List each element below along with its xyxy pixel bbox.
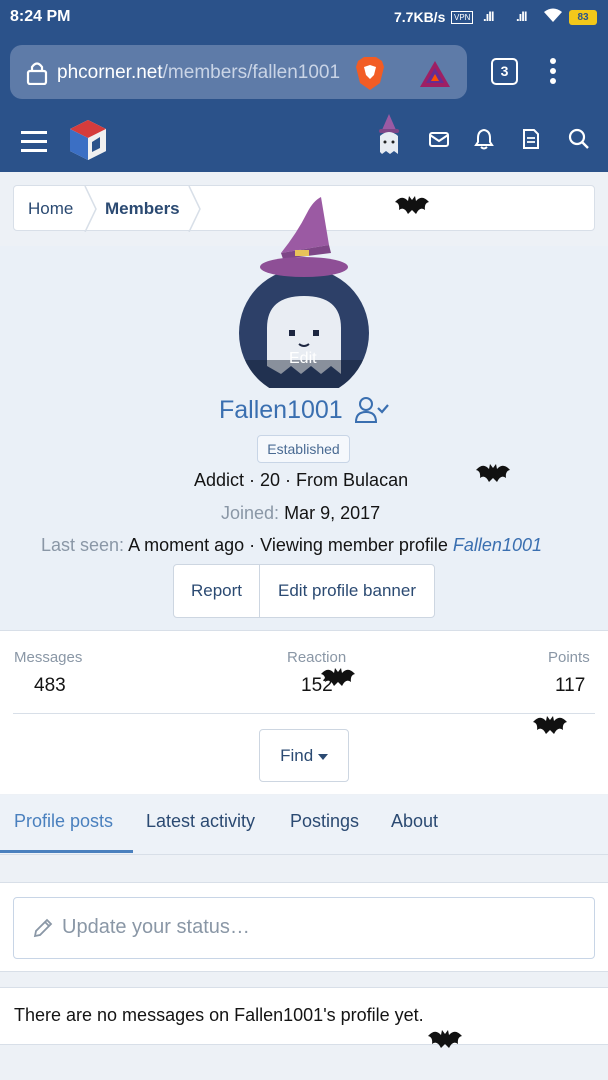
mail-icon[interactable] (428, 128, 450, 155)
android-status-bar: 8:24 PM 7.7KB/s VPN .ıll .ıll 83 (0, 0, 608, 36)
bat-decoration-icon (533, 716, 567, 734)
wifi-icon (543, 8, 563, 28)
user-follow-icon[interactable] (354, 396, 390, 429)
network-speed: 7.7KB/s (394, 9, 446, 25)
breadcrumb-members[interactable]: Members (105, 199, 180, 219)
edit-profile-banner-button[interactable]: Edit profile banner (259, 564, 435, 618)
brave-shield-icon[interactable] (354, 55, 386, 96)
site-header (0, 108, 608, 172)
signal-icon-2: .ıll (516, 9, 527, 24)
lock-icon (26, 61, 48, 90)
find-dropdown-button[interactable]: Find (259, 729, 349, 782)
find-label: Find (280, 746, 314, 765)
points-value[interactable]: 117 (555, 675, 585, 697)
tab-latest-activity[interactable]: Latest activity (146, 811, 255, 832)
pencil-icon (32, 917, 54, 944)
bat-decoration-icon (395, 196, 429, 214)
empty-messages-notice: There are no messages on Fallen1001's pr… (0, 987, 608, 1045)
user-title-badge: Established (257, 435, 350, 463)
bat-decoration-icon (428, 1030, 462, 1048)
profile-tabs: Profile posts Latest activity Postings A… (0, 795, 608, 855)
user-info: Addict · 20 · From Bulacan (194, 470, 409, 490)
clock: 8:24 PM (10, 8, 71, 25)
breadcrumb-separator-icon (188, 186, 201, 232)
url-path: /members/fallen1001 (162, 62, 341, 83)
status-update-panel: Update your status… (0, 882, 608, 972)
site-logo[interactable] (66, 118, 110, 167)
joined-label: Joined: (221, 503, 280, 523)
bat-rewards-icon[interactable] (418, 59, 452, 94)
vpn-icon: VPN (451, 11, 474, 24)
empty-messages-text: There are no messages on Fallen1001's pr… (14, 1005, 424, 1025)
url-text: phcorner.net/members/fallen1001 (57, 62, 340, 84)
profile-stats: Messages 483 Reaction 152 Points 117 Fin… (0, 630, 608, 794)
breadcrumb-home[interactable]: Home (28, 199, 73, 219)
browser-toolbar: phcorner.net/members/fallen1001 3 (0, 36, 608, 108)
joined-date: Joined: Mar 9, 2017 (221, 503, 380, 524)
last-seen-label: Last seen: (41, 535, 125, 555)
ghost-avatar-icon[interactable] (374, 114, 404, 163)
witch-hat-icon (257, 195, 351, 288)
status-placeholder: Update your status… (62, 916, 250, 938)
bell-icon[interactable] (474, 128, 494, 155)
tab-postings[interactable]: Postings (290, 811, 359, 832)
last-seen: Last seen: A moment ago · Viewing member… (41, 535, 542, 556)
status-input[interactable]: Update your status… (13, 897, 595, 959)
avatar-edit-link[interactable]: Edit (289, 350, 317, 368)
points-label: Points (548, 649, 590, 666)
caret-down-icon (317, 754, 328, 760)
report-button[interactable]: Report (173, 564, 260, 618)
document-icon[interactable] (522, 128, 540, 155)
bat-decoration-icon (476, 464, 510, 482)
more-menu-icon[interactable] (549, 58, 557, 89)
breadcrumb-separator-icon (84, 186, 97, 232)
search-icon[interactable] (568, 128, 590, 155)
profile-username[interactable]: Fallen1001 (219, 396, 343, 425)
menu-icon[interactable] (21, 130, 47, 157)
stats-divider (13, 713, 595, 714)
tab-switcher-button[interactable]: 3 (491, 58, 518, 85)
signal-icon: .ıll (483, 9, 494, 24)
last-seen-link[interactable]: Fallen1001 (453, 535, 542, 555)
last-seen-value: A moment ago · Viewing member profile (128, 535, 448, 555)
address-bar[interactable]: phcorner.net/members/fallen1001 (10, 45, 467, 99)
messages-value[interactable]: 483 (34, 675, 66, 697)
active-tab-indicator (0, 850, 133, 853)
battery-icon: 83 (569, 10, 597, 25)
bat-decoration-icon (321, 668, 355, 686)
joined-value: Mar 9, 2017 (284, 503, 381, 523)
tab-about[interactable]: About (391, 811, 438, 832)
tab-profile-posts[interactable]: Profile posts (14, 811, 113, 832)
messages-label: Messages (14, 649, 83, 666)
url-host: phcorner.net (57, 62, 163, 83)
